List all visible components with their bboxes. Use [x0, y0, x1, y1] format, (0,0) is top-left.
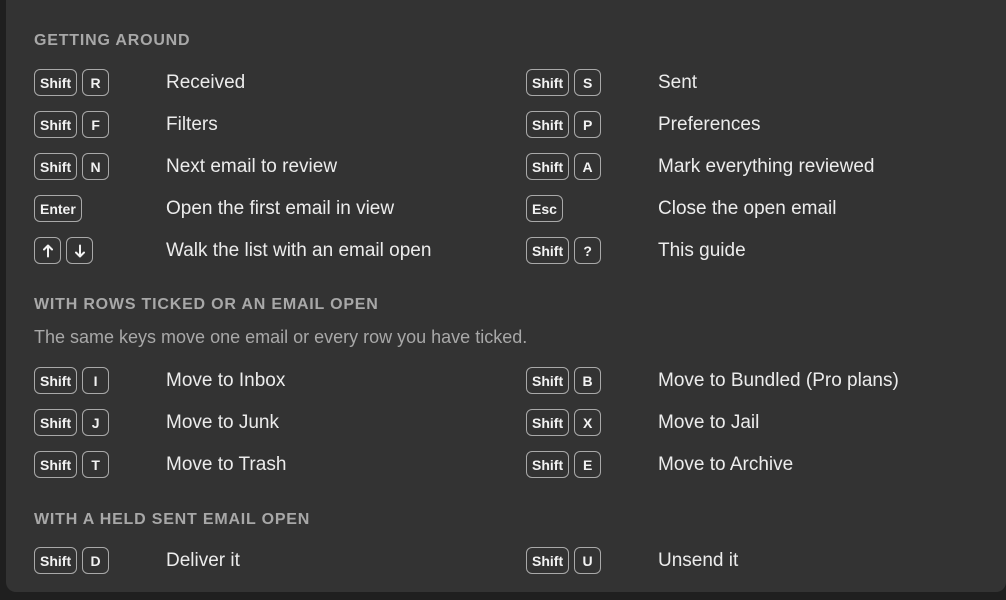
keyboard-shortcuts-panel: GETTING AROUND Shift R Received Shift S …	[6, 0, 1006, 592]
shortcut-keys	[34, 237, 93, 265]
shortcut-row: Esc Close the open email	[526, 195, 996, 223]
shortcut-keys: Shift B	[526, 367, 602, 395]
shortcut-keys: Shift S	[526, 69, 602, 97]
shortcut-label: Move to Inbox	[166, 370, 286, 391]
shortcut-keys: Shift ?	[526, 237, 602, 265]
key-cap: I	[82, 367, 110, 394]
shortcut-keys: Enter	[34, 195, 82, 223]
key-cap: J	[82, 409, 110, 436]
shortcut-keys: Shift J	[34, 409, 110, 437]
key-cap: E	[574, 451, 602, 478]
key-cap: R	[82, 69, 110, 96]
shortcut-label: Open the first email in view	[166, 198, 395, 219]
shortcut-keys: Shift D	[34, 547, 110, 575]
shortcut-label: Sent	[658, 72, 698, 93]
shortcut-row: Walk the list with an email open	[34, 237, 504, 265]
section-note: The same keys move one email or every ro…	[34, 327, 528, 347]
key-cap: Shift	[34, 367, 78, 394]
shortcut-row: Shift B Move to Bundled (Pro plans)	[526, 367, 996, 395]
key-cap: ?	[574, 237, 602, 264]
shortcut-label: Mark everything reviewed	[658, 156, 875, 177]
key-cap: Shift	[34, 69, 78, 96]
shortcut-label: Preferences	[658, 114, 761, 135]
shortcut-label: This guide	[658, 240, 746, 261]
shortcut-row: Shift U Unsend it	[526, 547, 996, 575]
arrow-down-icon	[66, 237, 93, 264]
key-cap: Shift	[34, 451, 78, 478]
shortcut-keys: Shift R	[34, 69, 110, 97]
key-cap: A	[574, 153, 602, 180]
key-cap: Shift	[34, 409, 78, 436]
shortcut-keys: Shift T	[34, 451, 110, 479]
shortcut-row: Shift E Move to Archive	[526, 451, 996, 479]
key-cap: Shift	[526, 409, 570, 436]
section-title: WITH ROWS TICKED OR AN EMAIL OPEN	[34, 296, 379, 313]
shortcut-keys: Shift U	[526, 547, 602, 575]
shortcut-label: Deliver it	[166, 550, 240, 571]
shortcut-row: Shift J Move to Junk	[34, 409, 504, 437]
key-cap: Enter	[34, 195, 82, 222]
key-cap: Shift	[526, 111, 570, 138]
shortcut-label: Move to Junk	[166, 412, 279, 433]
shortcut-label: Move to Jail	[658, 412, 760, 433]
shortcut-row: Shift ? This guide	[526, 237, 996, 265]
key-cap: Shift	[526, 69, 570, 96]
key-cap: D	[82, 547, 110, 574]
shortcut-row: Shift R Received	[34, 69, 504, 97]
shortcut-keys: Shift N	[34, 153, 110, 181]
shortcut-keys: Shift E	[526, 451, 602, 479]
shortcut-label: Move to Bundled (Pro plans)	[658, 370, 899, 391]
shortcut-row: Enter Open the first email in view	[34, 195, 504, 223]
key-cap: Shift	[34, 111, 78, 138]
arrow-up-icon	[34, 237, 61, 264]
shortcut-keys: Esc	[526, 195, 563, 223]
key-cap: Shift	[526, 367, 570, 394]
shortcut-row: Shift X Move to Jail	[526, 409, 996, 437]
shortcut-row: Shift A Mark everything reviewed	[526, 153, 996, 181]
key-cap: F	[82, 111, 110, 138]
shortcut-row: Shift F Filters	[34, 111, 504, 139]
shortcut-keys: Shift X	[526, 409, 602, 437]
key-cap: Shift	[34, 153, 78, 180]
shortcut-row: Shift N Next email to review	[34, 153, 504, 181]
shortcut-label: Filters	[166, 114, 218, 135]
key-cap: B	[574, 367, 602, 394]
shortcut-label: Next email to review	[166, 156, 338, 177]
key-cap: T	[82, 451, 110, 478]
shortcut-label: Move to Trash	[166, 454, 287, 475]
section-title: GETTING AROUND	[34, 32, 191, 49]
key-cap: Esc	[526, 195, 563, 222]
key-cap: Shift	[526, 153, 570, 180]
key-cap: X	[574, 409, 602, 436]
shortcut-row: Shift S Sent	[526, 69, 996, 97]
shortcut-keys: Shift F	[34, 111, 110, 139]
section-title: WITH A HELD SENT EMAIL OPEN	[34, 511, 311, 528]
key-cap: U	[574, 547, 602, 574]
key-cap: P	[574, 111, 602, 138]
key-cap: S	[574, 69, 602, 96]
key-cap: Shift	[526, 451, 570, 478]
shortcut-row: Shift I Move to Inbox	[34, 367, 504, 395]
key-cap: Shift	[34, 547, 78, 574]
shortcut-label: Unsend it	[658, 550, 739, 571]
shortcut-keys: Shift A	[526, 153, 602, 181]
shortcut-row: Shift T Move to Trash	[34, 451, 504, 479]
shortcut-keys: Shift I	[34, 367, 110, 395]
shortcut-label: Move to Archive	[658, 454, 794, 475]
shortcut-keys: Shift P	[526, 111, 602, 139]
shortcut-label: Close the open email	[658, 198, 837, 219]
shortcut-label: Walk the list with an email open	[166, 240, 432, 261]
key-cap: Shift	[526, 547, 570, 574]
key-cap: Shift	[526, 237, 570, 264]
shortcut-row: Shift D Deliver it	[34, 547, 504, 575]
key-cap: N	[82, 153, 110, 180]
shortcut-label: Received	[166, 72, 246, 93]
shortcut-row: Shift P Preferences	[526, 111, 996, 139]
